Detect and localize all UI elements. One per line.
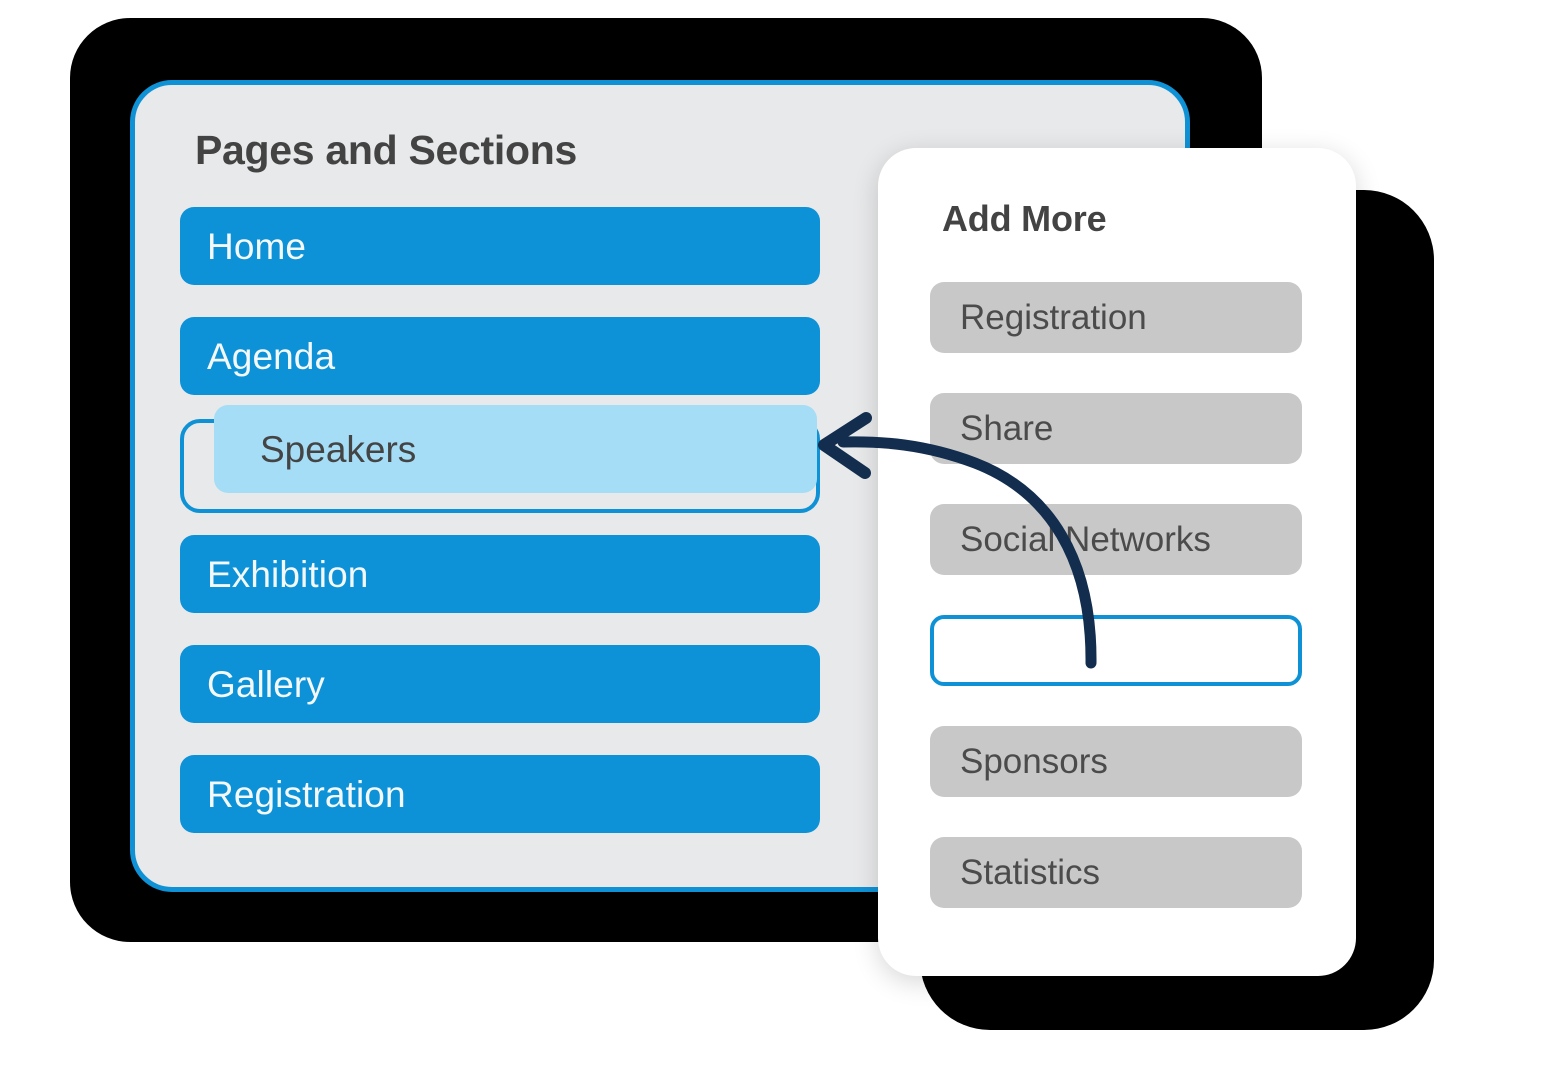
add-more-item-label: Share	[960, 409, 1054, 448]
page-item-label: Registration	[207, 773, 406, 815]
page-item-gallery[interactable]: Gallery	[180, 645, 820, 723]
page-item-registration[interactable]: Registration	[180, 755, 820, 833]
page-item-home[interactable]: Home	[180, 207, 820, 285]
page-item-label: Exhibition	[207, 553, 369, 595]
add-more-item-sponsors[interactable]: Sponsors	[930, 726, 1302, 797]
add-more-item-empty-source-slot[interactable]	[930, 615, 1302, 686]
page-title: Pages and Sections	[195, 127, 577, 173]
add-more-title: Add More	[942, 198, 1107, 239]
add-more-item-label: Social Networks	[960, 520, 1211, 559]
add-more-item-label: Sponsors	[960, 742, 1108, 781]
page-item-label: Home	[207, 225, 307, 267]
add-more-list: Registration Share Social Networks Spons…	[930, 282, 1302, 948]
pages-list: Home Agenda Speakers Exhibition Gallery …	[180, 207, 820, 865]
page-item-label: Speakers	[260, 428, 417, 470]
add-more-item-label: Registration	[960, 298, 1147, 337]
add-more-panel: Add More Registration Share Social Netwo…	[878, 148, 1356, 976]
illustration-canvas: Pages and Sections Home Agenda Speakers …	[0, 0, 1558, 1065]
page-item-label: Agenda	[207, 335, 336, 377]
add-more-item-share[interactable]: Share	[930, 393, 1302, 464]
drop-target-slot[interactable]: Speakers	[180, 405, 820, 513]
add-more-item-registration[interactable]: Registration	[930, 282, 1302, 353]
page-item-label: Gallery	[207, 663, 325, 705]
page-item-exhibition[interactable]: Exhibition	[180, 535, 820, 613]
add-more-item-statistics[interactable]: Statistics	[930, 837, 1302, 908]
add-more-item-label: Statistics	[960, 853, 1101, 892]
page-item-agenda[interactable]: Agenda	[180, 317, 820, 395]
page-item-speakers-drag-preview[interactable]: Speakers	[214, 405, 817, 493]
add-more-item-social-networks[interactable]: Social Networks	[930, 504, 1302, 575]
